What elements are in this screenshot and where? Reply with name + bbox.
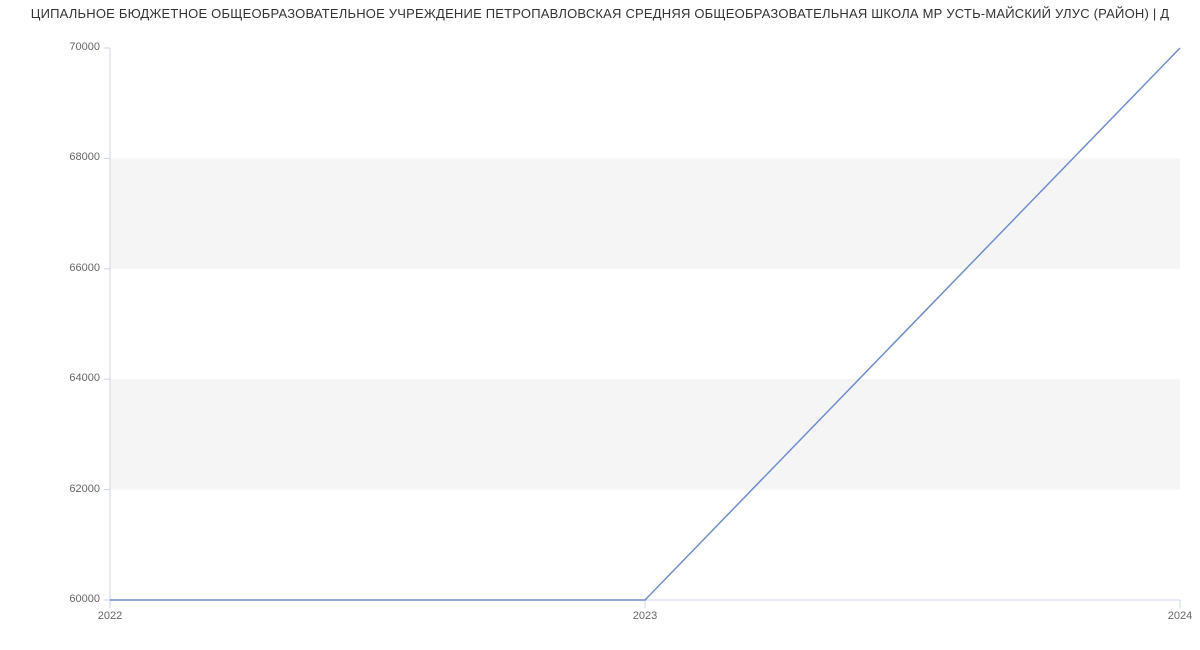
y-tick-label: 66000 xyxy=(50,262,100,274)
data-line xyxy=(110,48,1180,600)
y-tick-label: 64000 xyxy=(50,372,100,384)
chart-svg xyxy=(0,0,1200,650)
y-tick-label: 68000 xyxy=(50,151,100,163)
y-tick-label: 62000 xyxy=(50,483,100,495)
y-tick-label: 70000 xyxy=(50,41,100,53)
x-tick-label: 2022 xyxy=(98,610,122,622)
x-tick-label: 2024 xyxy=(1168,610,1192,622)
x-tick-label: 2023 xyxy=(633,610,657,622)
y-tick-label: 60000 xyxy=(50,593,100,605)
